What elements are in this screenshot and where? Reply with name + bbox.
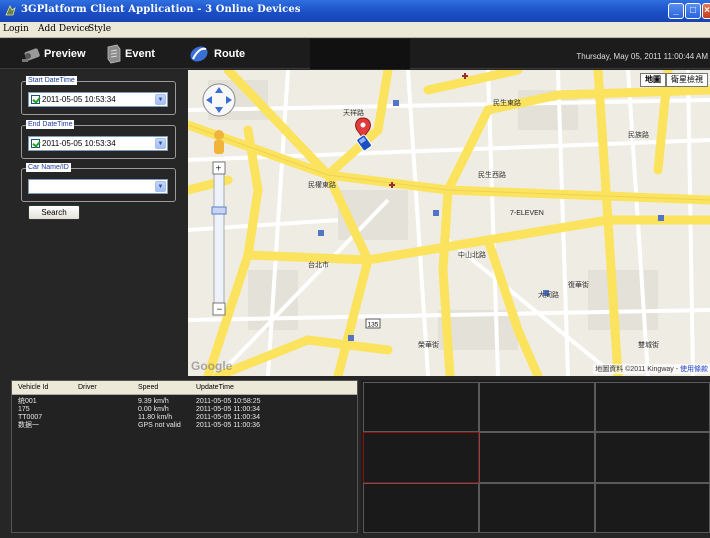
start-datetime-picker[interactable]: 2011-05-05 10:53:34 ▼ — [28, 92, 168, 107]
preview-label: Preview — [44, 48, 86, 60]
car-name-legend: Car Name/ID — [26, 163, 71, 172]
cell-update-time: 2011-05-05 10:58:25 — [196, 398, 261, 405]
cell-vehicle-id: 数据一 — [18, 422, 39, 429]
end-datetime-legend: End DateTime — [26, 120, 75, 129]
start-datetime-group: Start DateTime 2011-05-05 10:53:34 ▼ — [21, 76, 176, 115]
map-label-area: 台北市 — [308, 262, 329, 269]
video-cell[interactable] — [363, 483, 479, 533]
menu-style[interactable]: Style — [88, 24, 111, 34]
column-header-driver[interactable]: Driver — [78, 384, 97, 391]
start-datetime-legend: Start DateTime — [26, 76, 77, 85]
video-cell[interactable] — [595, 432, 710, 483]
column-header-vehicle-id[interactable]: Vehicle Id — [18, 384, 48, 391]
svg-text:+: + — [216, 164, 222, 175]
terms-link[interactable]: 使用條款 — [680, 366, 708, 373]
column-header-speed[interactable]: Speed — [138, 384, 158, 391]
video-cell[interactable] — [479, 382, 595, 432]
cell-speed: GPS not valid — [138, 422, 181, 429]
end-datetime-value: 2011-05-05 10:53:34 — [42, 139, 116, 148]
video-cell-selected[interactable] — [363, 432, 479, 483]
column-header-update-time[interactable]: UpdateTime — [196, 384, 234, 391]
chevron-down-icon[interactable]: ▼ — [155, 181, 166, 192]
end-datetime-picker[interactable]: 2011-05-05 10:53:34 ▼ — [28, 136, 168, 151]
app-window: 3GPlatform Client Application - 3 Online… — [0, 0, 710, 538]
cell-update-time: 2011-05-05 11:00:36 — [196, 422, 260, 429]
menu-add-device[interactable]: Add Device — [38, 24, 90, 34]
svg-text:−: − — [217, 305, 223, 316]
video-cell[interactable] — [595, 483, 710, 533]
filter-panel: Start DateTime 2011-05-05 10:53:34 ▼ End… — [0, 70, 188, 376]
table-row[interactable]: 统001 9.39 km/h 2011-05-05 10:58:25 — [12, 398, 357, 406]
table-header: Vehicle Id Driver Speed UpdateTime — [12, 381, 357, 395]
window-title: 3GPlatform Client Application - 3 Online… — [21, 4, 301, 15]
map-view[interactable]: + − 135 天祥路 民生東路 台北市 7-ELEVEN 復華街 民權東路 大… — [188, 70, 710, 376]
cell-vehicle-id: 175 — [18, 406, 30, 413]
chevron-down-icon[interactable]: ▼ — [155, 94, 166, 105]
video-cell[interactable] — [479, 432, 595, 483]
end-datetime-checkbox[interactable] — [31, 139, 40, 148]
start-datetime-value: 2011-05-05 10:53:34 — [42, 95, 116, 104]
car-name-select[interactable]: ▼ — [28, 179, 168, 194]
end-datetime-group: End DateTime 2011-05-05 10:53:34 ▼ — [21, 120, 176, 159]
map-label-road: 民權東路 — [308, 182, 336, 189]
search-button[interactable]: Search — [28, 205, 80, 220]
title-bar: 3GPlatform Client Application - 3 Online… — [0, 0, 710, 22]
cell-speed: 9.39 km/h — [138, 398, 169, 405]
video-cell[interactable] — [479, 483, 595, 533]
camera-icon — [22, 48, 40, 62]
table-row[interactable]: 175 0.00 km/h 2011-05-05 11:00:34 — [12, 406, 357, 414]
cell-vehicle-id: 统001 — [18, 398, 37, 405]
route-button[interactable]: Route — [188, 43, 248, 65]
cell-vehicle-id: TT0007 — [18, 414, 43, 421]
minimize-icon[interactable]: _ — [668, 3, 684, 19]
cell-update-time: 2011-05-05 11:00:34 — [196, 414, 260, 421]
car-name-group: Car Name/ID ▼ — [21, 163, 176, 202]
cell-update-time: 2011-05-05 11:00:34 — [196, 406, 260, 413]
map-label-road: 榮華街 — [418, 342, 439, 349]
attribution-text: 地圖資料 ©2011 Kingway - — [595, 366, 679, 373]
vehicle-table: Vehicle Id Driver Speed UpdateTime 统001 … — [11, 380, 358, 533]
table-row[interactable]: 数据一 GPS not valid 2011-05-05 11:00:36 — [12, 422, 357, 430]
map-label-road: 復華街 — [568, 282, 589, 289]
event-label: Event — [125, 48, 155, 60]
event-button[interactable]: Event — [103, 43, 163, 65]
menu-login[interactable]: Login — [3, 24, 29, 34]
start-datetime-checkbox[interactable] — [31, 95, 40, 104]
map-label-road: 民生西路 — [478, 172, 506, 179]
video-cell[interactable] — [363, 382, 479, 432]
preview-button[interactable]: Preview — [20, 43, 100, 65]
table-row[interactable]: TT0007 11.80 km/h 2011-05-05 11:00:34 — [12, 414, 357, 422]
event-icon — [107, 44, 121, 64]
map-label-road: 民族路 — [628, 132, 649, 139]
map-attribution: 地圖資料 ©2011 Kingway - 使用條款 — [593, 364, 710, 374]
maximize-icon[interactable]: □ — [685, 3, 701, 19]
datetime-display: Thursday, May 05, 2011 11:00:44 AM — [576, 52, 708, 61]
video-grid — [361, 380, 710, 533]
map-label-road: 天祥路 — [343, 110, 364, 117]
google-logo: Google — [191, 359, 233, 373]
map-type-satellite-button[interactable]: 衛星檢視 — [666, 73, 708, 87]
map-type-map-button[interactable]: 地圖 — [640, 73, 666, 87]
chevron-down-icon[interactable]: ▼ — [155, 138, 166, 149]
map-label-road: 中山北路 — [458, 252, 486, 259]
menu-bar: Login Add Device Style — [0, 22, 710, 38]
map-label-road: 大同路 — [538, 292, 559, 299]
map-label-road: 民生東路 — [493, 100, 521, 107]
route-icon — [190, 46, 208, 62]
toolbar-spacer — [310, 39, 410, 69]
cell-speed: 11.80 km/h — [138, 414, 173, 421]
map-label-road: 雙城街 — [638, 342, 659, 349]
map-roads: + − 135 — [188, 70, 710, 376]
map-label-poi: 7-ELEVEN — [510, 210, 544, 217]
route-number-marker: 135 — [368, 322, 379, 329]
close-icon[interactable]: × — [702, 3, 710, 19]
route-label: Route — [214, 48, 246, 60]
app-icon — [5, 5, 16, 16]
cell-speed: 0.00 km/h — [138, 406, 169, 413]
video-cell[interactable] — [595, 382, 710, 432]
